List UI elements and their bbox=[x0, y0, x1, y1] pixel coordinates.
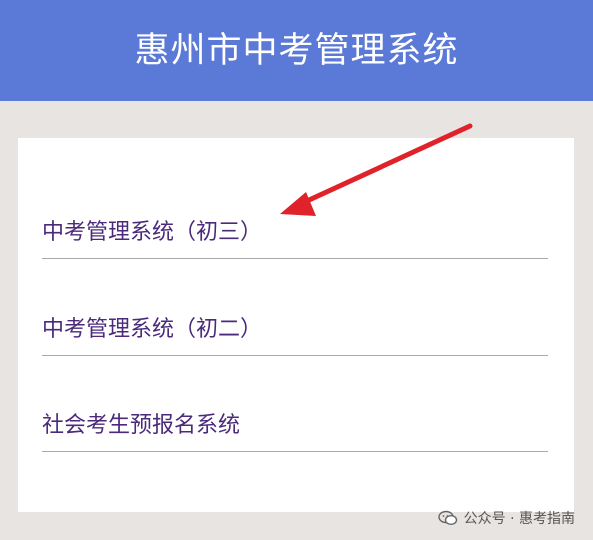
wechat-icon bbox=[437, 510, 457, 526]
watermark-text: 公众号 · 惠考指南 bbox=[463, 511, 575, 527]
page-title: 惠州市中考管理系统 bbox=[134, 31, 459, 71]
menu-item-social-preregistration[interactable]: 社会考生预报名系统 bbox=[42, 402, 548, 452]
menu-item-label: 中考管理系统（初二） bbox=[42, 317, 263, 342]
page-header: 惠州市中考管理系统 bbox=[0, 0, 593, 101]
red-arrow-icon bbox=[280, 123, 473, 216]
menu-item-label: 社会考生预报名系统 bbox=[42, 413, 241, 438]
menu-item-grade8-system[interactable]: 中考管理系统（初二） bbox=[42, 306, 548, 356]
watermark: 公众号 · 惠考指南 bbox=[437, 508, 575, 528]
menu-item-label: 中考管理系统（初三） bbox=[42, 220, 263, 245]
